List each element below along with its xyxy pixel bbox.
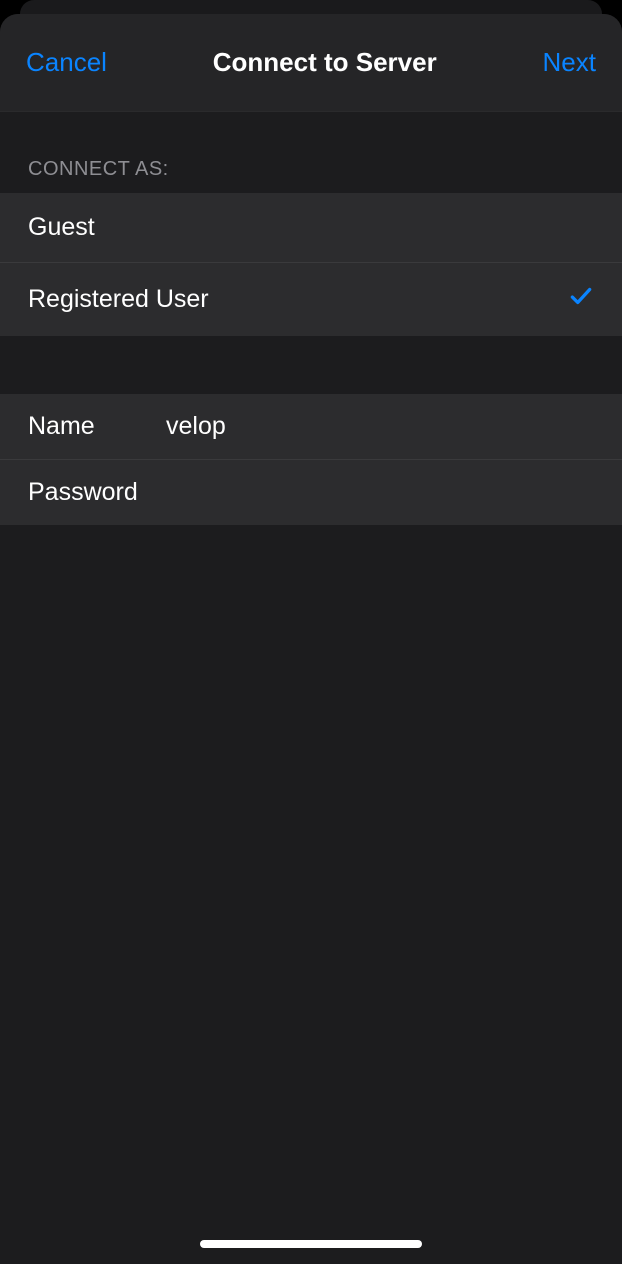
checkmark-icon	[568, 283, 594, 316]
name-row[interactable]: Name	[0, 394, 622, 460]
modal-sheet: Cancel Connect to Server Next CONNECT AS…	[0, 14, 622, 1264]
page-title: Connect to Server	[213, 47, 437, 78]
registered-user-option-row[interactable]: Registered User	[0, 263, 622, 336]
next-button[interactable]: Next	[543, 47, 596, 78]
section-gap	[0, 336, 622, 394]
name-input[interactable]	[166, 412, 594, 441]
password-input[interactable]	[166, 478, 594, 507]
guest-option-label: Guest	[28, 213, 95, 242]
connect-as-list: Guest Registered User	[0, 193, 622, 336]
cancel-button[interactable]: Cancel	[26, 47, 107, 78]
connect-as-header: CONNECT AS:	[0, 112, 622, 193]
home-indicator[interactable]	[200, 1240, 422, 1248]
guest-option-row[interactable]: Guest	[0, 193, 622, 263]
password-label: Password	[28, 478, 166, 507]
navigation-bar: Cancel Connect to Server Next	[0, 14, 622, 112]
password-row[interactable]: Password	[0, 460, 622, 525]
name-label: Name	[28, 412, 166, 441]
registered-user-option-label: Registered User	[28, 285, 209, 314]
credentials-list: Name Password	[0, 394, 622, 525]
